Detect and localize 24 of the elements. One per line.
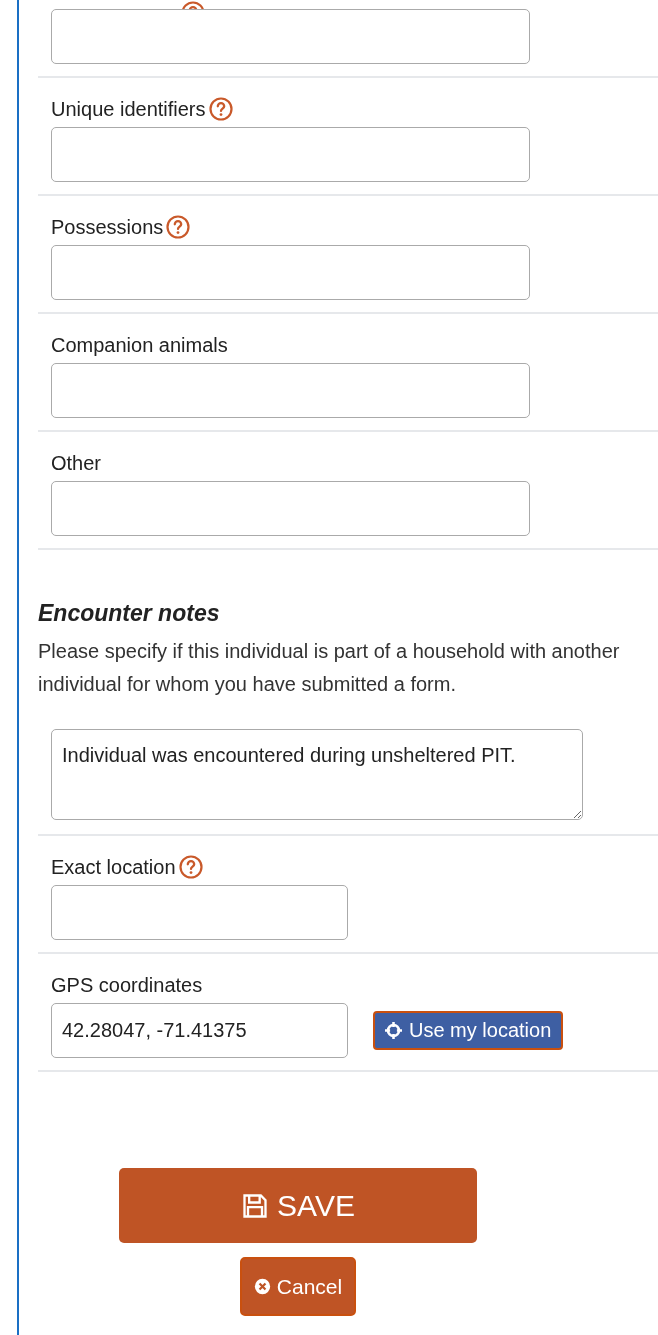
- help-icon[interactable]: [178, 855, 203, 879]
- field-label: GPS coordinates: [51, 973, 203, 997]
- section-heading: Encounter notes: [38, 600, 221, 627]
- field-label: Possessions: [51, 215, 164, 239]
- text-field[interactable]: [51, 245, 530, 300]
- text-field[interactable]: [51, 481, 530, 536]
- use-location-button[interactable]: Use my location: [373, 1011, 564, 1050]
- cancel-button[interactable]: Cancel: [239, 1257, 357, 1316]
- save-button[interactable]: SAVE: [119, 1168, 477, 1243]
- help-icon[interactable]: [166, 215, 191, 239]
- gps-field[interactable]: 42.28047, -71.41375: [51, 1003, 348, 1058]
- field-label: Companion animals: [51, 333, 228, 357]
- text-field[interactable]: [51, 127, 530, 182]
- field-label: Exact location: [51, 855, 176, 879]
- text-field[interactable]: [51, 9, 530, 64]
- text-field[interactable]: [51, 363, 530, 418]
- help-icon[interactable]: [208, 97, 233, 121]
- field-label: Other: [51, 451, 102, 475]
- text-field[interactable]: [51, 885, 348, 940]
- section-description: Please specify if this individual is part of a household with another individual for whom you have submitted a form.: [38, 639, 621, 697]
- notes-textarea[interactable]: Individual was encountered during unsheltered PIT.: [51, 729, 583, 820]
- cancel-circle-icon: [253, 1278, 271, 1295]
- field-label: Unique identifiers: [51, 97, 206, 121]
- crosshair-icon: [385, 1022, 402, 1039]
